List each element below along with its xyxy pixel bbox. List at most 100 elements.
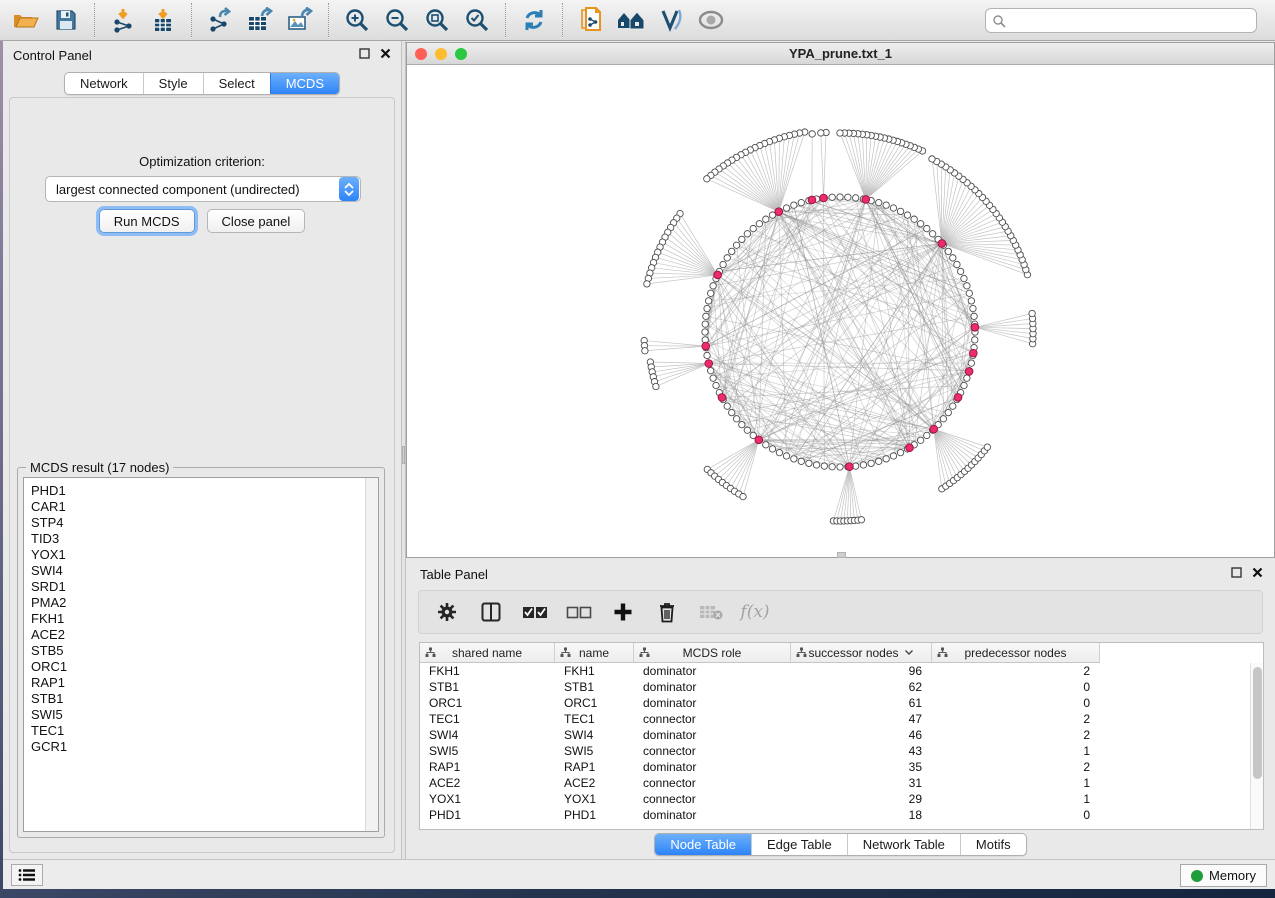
export-table-button[interactable] [240, 3, 280, 37]
refresh-button[interactable] [514, 3, 554, 37]
mcds-result-item[interactable]: SWI5 [24, 707, 378, 723]
mcds-result-item[interactable]: ORC1 [24, 659, 378, 675]
tab-mcds[interactable]: MCDS [270, 73, 339, 94]
column-header-predecessor-nodes[interactable]: predecessor nodes [932, 643, 1100, 663]
mcds-result-item[interactable]: TID3 [24, 531, 378, 547]
run-mcds-button[interactable]: Run MCDS [99, 209, 195, 233]
mcds-result-item[interactable]: YOX1 [24, 547, 378, 563]
mcds-result-item[interactable]: GCR1 [24, 739, 378, 755]
network-graph[interactable] [407, 65, 1274, 557]
table-row[interactable]: FKH1FKH1dominator962 [420, 663, 1263, 679]
delete-columns-button[interactable] [653, 597, 681, 627]
task-history-button[interactable] [11, 864, 43, 886]
table-row[interactable]: YOX1YOX1connector291 [420, 791, 1263, 807]
tab-select[interactable]: Select [203, 73, 270, 94]
list-icon [18, 868, 36, 882]
memory-button[interactable]: Memory [1180, 864, 1267, 887]
mcds-result-item[interactable]: STB5 [24, 643, 378, 659]
close-panel-button[interactable]: Close panel [207, 209, 306, 233]
table-row[interactable]: SWI4SWI4dominator462 [420, 727, 1263, 743]
tab-node-table[interactable]: Node Table [655, 834, 751, 855]
control-panel: Control Panel NetworkStyleSelectMCDS Opt… [3, 41, 401, 859]
select-all-button[interactable] [521, 597, 549, 627]
deselect-all-button[interactable] [565, 597, 593, 627]
delete-table-button[interactable] [697, 597, 725, 627]
share-document-icon [578, 6, 604, 34]
close-table-panel-icon[interactable] [1252, 567, 1263, 578]
mcds-result-item[interactable]: STB1 [24, 691, 378, 707]
network-manager-button[interactable] [611, 3, 651, 37]
mcds-result-item[interactable]: PMA2 [24, 595, 378, 611]
tab-motifs[interactable]: Motifs [960, 834, 1026, 855]
show-columns-button[interactable] [477, 597, 505, 627]
zoom-fit-button[interactable] [417, 3, 457, 37]
checked-boxes-icon [522, 604, 548, 620]
control-panel-titlebar: Control Panel [3, 41, 401, 69]
network-canvas[interactable] [407, 65, 1274, 557]
optimization-criterion-value: largest connected component (undirected) [46, 182, 338, 197]
close-panel-icon[interactable] [380, 48, 391, 59]
export-image-button[interactable] [280, 3, 320, 37]
column-header-MCDS-role[interactable]: MCDS role [634, 643, 791, 663]
mcds-result-item[interactable]: SWI4 [24, 563, 378, 579]
create-column-button[interactable] [609, 597, 637, 627]
mcds-result-list[interactable]: PHD1CAR1STP4TID3YOX1SWI4SRD1PMA2FKH1ACE2… [23, 477, 379, 832]
share-document-button[interactable] [571, 3, 611, 37]
tab-network[interactable]: Network [65, 73, 143, 94]
search-input[interactable] [1006, 11, 1256, 31]
mcds-result-item[interactable]: FKH1 [24, 611, 378, 627]
toggle-graphics-details-button[interactable] [651, 3, 691, 37]
open-file-button[interactable] [6, 3, 46, 37]
column-header-shared-name[interactable]: shared name [420, 643, 555, 663]
search-field[interactable] [985, 8, 1257, 33]
table-cell: YOX1 [555, 791, 634, 807]
table-cell: 35 [791, 759, 932, 775]
import-network-button[interactable] [103, 3, 143, 37]
network-window-titlebar[interactable]: YPA_prune.txt_1 [407, 43, 1274, 65]
mcds-result-item[interactable]: CAR1 [24, 499, 378, 515]
float-panel-icon[interactable] [359, 48, 370, 59]
mcds-result-item[interactable]: PHD1 [24, 483, 378, 499]
tab-edge-table[interactable]: Edge Table [751, 834, 847, 855]
table-row[interactable]: SWI5SWI5connector431 [420, 743, 1263, 759]
table-row[interactable]: RAP1RAP1dominator352 [420, 759, 1263, 775]
mcds-result-item[interactable]: ACE2 [24, 627, 378, 643]
export-table-icon [246, 7, 274, 33]
table-cell: SWI4 [420, 727, 555, 743]
tab-network-table[interactable]: Network Table [847, 834, 960, 855]
table-scrollbar[interactable] [1250, 663, 1263, 829]
table-cell: 2 [932, 663, 1100, 679]
save-session-button[interactable] [46, 3, 86, 37]
import-table-button[interactable] [143, 3, 183, 37]
mcds-result-item[interactable]: TEC1 [24, 723, 378, 739]
zoom-in-button[interactable] [337, 3, 377, 37]
zoom-selected-button[interactable] [457, 3, 497, 37]
table-row[interactable]: STB1STB1dominator620 [420, 679, 1263, 695]
column-header-name[interactable]: name [555, 643, 634, 663]
optimization-criterion-select[interactable]: largest connected component (undirected) [45, 176, 361, 202]
table-scrollbar-thumb[interactable] [1253, 667, 1262, 779]
tab-style[interactable]: Style [143, 73, 203, 94]
float-table-panel-icon[interactable] [1231, 567, 1242, 578]
table-cell: YOX1 [420, 791, 555, 807]
mcds-result-item[interactable]: RAP1 [24, 675, 378, 691]
table-settings-button[interactable] [433, 597, 461, 627]
mcds-result-item[interactable]: STP4 [24, 515, 378, 531]
table-row[interactable]: TEC1TEC1connector472 [420, 711, 1263, 727]
table-row[interactable]: ACE2ACE2connector311 [420, 775, 1263, 791]
function-builder-button[interactable]: f(x) [741, 597, 769, 627]
zoom-fit-icon [424, 7, 450, 33]
table-cell: SWI5 [555, 743, 634, 759]
zoom-out-button[interactable] [377, 3, 417, 37]
show-hide-panel-button[interactable] [691, 3, 731, 37]
table-cell: 0 [932, 695, 1100, 711]
table-row[interactable]: ORC1ORC1dominator610 [420, 695, 1263, 711]
refresh-icon [521, 7, 547, 33]
export-network-button[interactable] [200, 3, 240, 37]
table-row[interactable]: PHD1PHD1dominator180 [420, 807, 1263, 823]
splitter-grip[interactable] [402, 446, 405, 464]
column-header-successor-nodes[interactable]: successor nodes [791, 643, 932, 663]
column-header-label: predecessor nodes [964, 646, 1066, 660]
mcds-list-scrollbar[interactable] [365, 478, 378, 831]
mcds-result-item[interactable]: SRD1 [24, 579, 378, 595]
